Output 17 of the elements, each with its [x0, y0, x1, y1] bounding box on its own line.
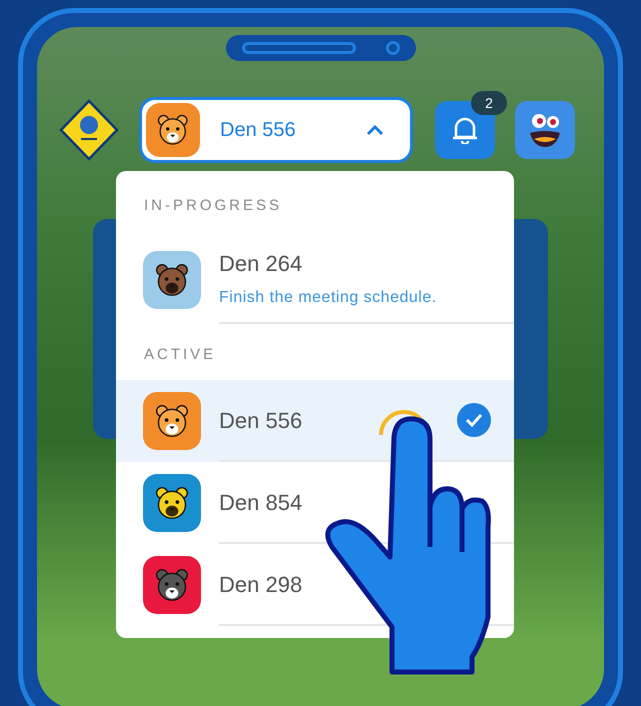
checkmark-icon: [456, 402, 492, 438]
den-subtitle: Finish the meeting schedule.: [219, 288, 437, 308]
badge-logo-icon: [59, 99, 119, 161]
den-selector[interactable]: Den 556: [139, 97, 413, 163]
bear-face-icon: [154, 262, 190, 298]
chevron-up-icon: [366, 124, 384, 136]
section-heading: ACTIVE: [143, 344, 218, 364]
monster-avatar[interactable]: [515, 101, 575, 159]
den-name: Den 556: [220, 118, 297, 143]
den-name: Den 556: [219, 406, 302, 434]
bell-icon: [452, 116, 478, 144]
den-name: Den 298: [219, 570, 302, 598]
den-menu-item[interactable]: Den 556: [116, 380, 514, 462]
den-name: Den 264: [219, 250, 302, 278]
notification-count: 2: [471, 91, 507, 115]
den-name: Den 854: [219, 488, 302, 516]
section-heading: IN-PROGRESS: [143, 196, 284, 216]
